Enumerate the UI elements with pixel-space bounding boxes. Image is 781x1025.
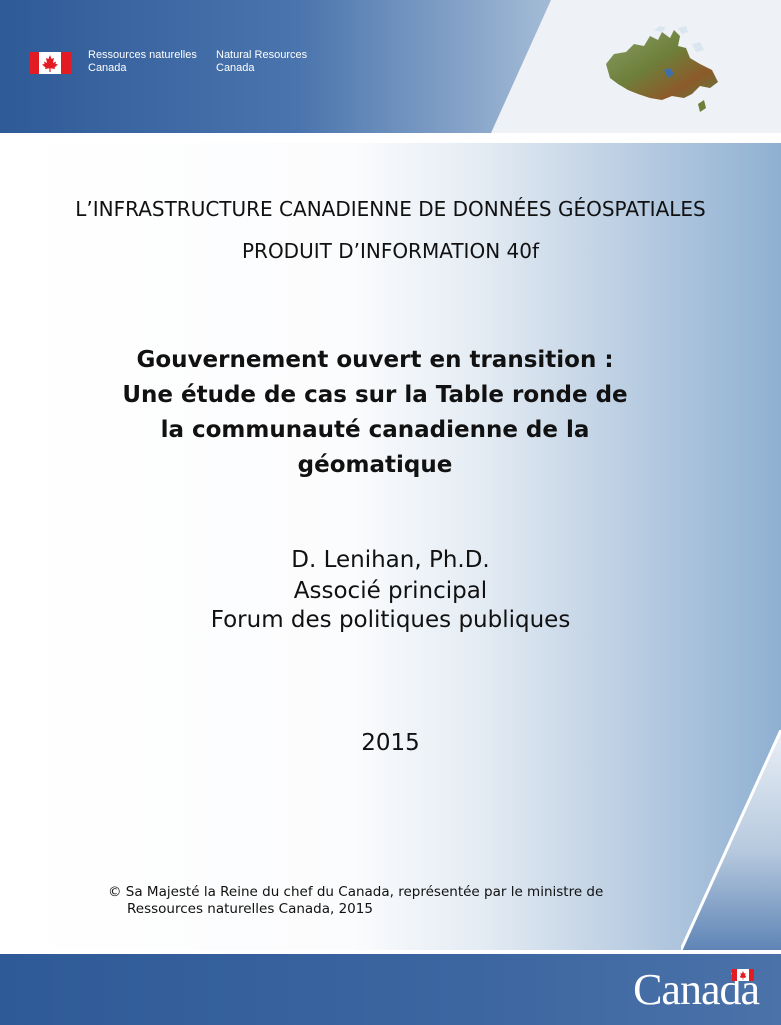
canada-flag-icon	[732, 969, 754, 981]
signature-fr-line2: Canada	[88, 62, 127, 74]
supertitle-line1: L’INFRASTRUCTURE CANADIENNE DE DONNÉES G…	[75, 197, 706, 221]
signature-fr: Ressources naturelles Canada	[88, 49, 197, 75]
signature-en-line2: Canada	[216, 62, 255, 74]
document-title: Gouvernement ouvert en transition : Une …	[85, 343, 665, 483]
author-role: Associé principal	[293, 578, 488, 604]
publication-year: 2015	[361, 730, 420, 756]
signature-en-line1: Natural Resources	[216, 49, 308, 61]
canada-flag-icon	[29, 52, 71, 74]
copyright-line1: © Sa Majesté la Reine du chef du Canada,…	[108, 884, 604, 900]
author-name: D. Lenihan, Ph.D.	[291, 547, 490, 573]
copyright-line2: Ressources naturelles Canada, 2015	[127, 901, 373, 917]
title-line2: Une étude de cas sur la Table ronde de	[122, 382, 628, 408]
supertitle-line2: PRODUIT D’INFORMATION 40f	[241, 239, 540, 263]
title-line4: géomatique	[297, 452, 453, 478]
author-organization: Forum des politiques publiques	[210, 607, 571, 633]
canada-map-icon	[606, 26, 718, 112]
signature-fr-line1: Ressources naturelles	[88, 49, 197, 61]
copyright-notice: © Sa Majesté la Reine du chef du Canada,…	[108, 884, 668, 918]
title-line3: la communauté canadienne de la	[160, 417, 590, 443]
signature-en: Natural Resources Canada	[216, 49, 307, 75]
header-band: Ressources naturelles Canada Natural Res…	[0, 0, 781, 133]
title-line1: Gouvernement ouvert en transition :	[136, 347, 614, 373]
header-separator	[0, 133, 781, 143]
